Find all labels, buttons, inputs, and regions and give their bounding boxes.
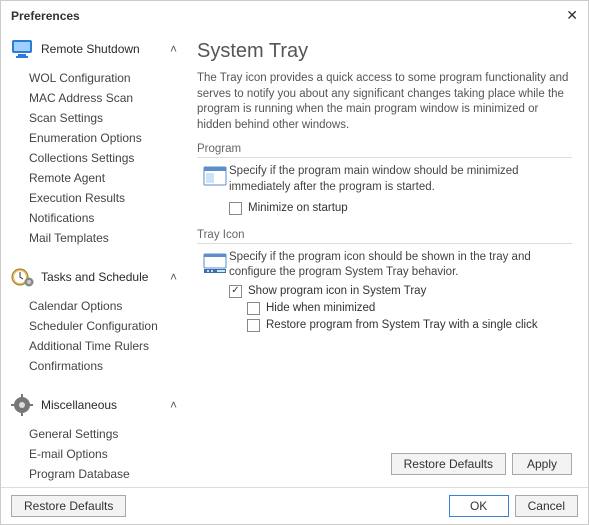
- sidebar-section-misc[interactable]: Miscellaneous ˄: [7, 388, 179, 422]
- gear-icon: [9, 392, 37, 418]
- chevron-up-icon: ˄: [170, 42, 177, 56]
- checkbox-hide-minimized[interactable]: [247, 302, 260, 315]
- sidebar-item-server[interactable]: Server Configuration: [29, 484, 179, 487]
- program-section-label: Program: [197, 143, 572, 158]
- chevron-up-icon: ˄: [170, 270, 177, 284]
- program-section-text: Specify if the program main window shoul…: [229, 164, 572, 219]
- window-title: Preferences: [11, 9, 80, 23]
- sidebar-item-email[interactable]: E-mail Options: [29, 444, 179, 464]
- restore-defaults-button[interactable]: Restore Defaults: [391, 453, 506, 475]
- sidebar-item-confirm[interactable]: Confirmations: [29, 356, 179, 376]
- sidebar-section-label: Remote Shutdown: [41, 42, 170, 56]
- checkbox-show-in-tray[interactable]: [229, 285, 242, 298]
- sidebar-item-wol[interactable]: WOL Configuration: [29, 68, 179, 88]
- sidebar-item-results[interactable]: Execution Results: [29, 188, 179, 208]
- dialog-footer: Restore Defaults OK Cancel: [1, 487, 588, 523]
- restore-defaults-global-button[interactable]: Restore Defaults: [11, 495, 126, 517]
- page-description: The Tray icon provides a quick access to…: [197, 71, 572, 133]
- hide-when-minimized-row[interactable]: Hide when minimized: [197, 300, 572, 317]
- sidebar-item-mac[interactable]: MAC Address Scan: [29, 88, 179, 108]
- monitor-icon: [9, 36, 37, 62]
- program-section: Specify if the program main window shoul…: [197, 162, 572, 229]
- program-text: Specify if the program main window shoul…: [229, 164, 572, 195]
- sidebar-items-tasks: Calendar Options Scheduler Configuration…: [7, 294, 179, 388]
- apply-button[interactable]: Apply: [512, 453, 572, 475]
- chevron-up-icon: ˄: [170, 398, 177, 412]
- tray-section-text: Specify if the program icon should be sh…: [229, 250, 572, 281]
- hide-when-minimized-label: Hide when minimized: [266, 302, 375, 314]
- sidebar-item-enum[interactable]: Enumeration Options: [29, 128, 179, 148]
- minimize-on-startup-label: Minimize on startup: [248, 201, 348, 217]
- show-in-tray-row[interactable]: Show program icon in System Tray: [197, 283, 572, 300]
- sidebar-section-remote-shutdown[interactable]: Remote Shutdown ˄: [7, 32, 179, 66]
- sidebar-item-agent[interactable]: Remote Agent: [29, 168, 179, 188]
- ok-button[interactable]: OK: [449, 495, 509, 517]
- sidebar-item-collections[interactable]: Collections Settings: [29, 148, 179, 168]
- sidebar-item-scheduler[interactable]: Scheduler Configuration: [29, 316, 179, 336]
- sidebar-section-label: Miscellaneous: [41, 398, 170, 412]
- sidebar-items-misc: General Settings E-mail Options Program …: [7, 422, 179, 487]
- restore-single-click-row[interactable]: Restore program from System Tray with a …: [197, 317, 572, 334]
- page-title: System Tray: [197, 40, 572, 63]
- minimize-on-startup-row[interactable]: Minimize on startup: [229, 195, 572, 219]
- content-footer: Restore Defaults Apply: [197, 453, 572, 479]
- sidebar-item-calendar[interactable]: Calendar Options: [29, 296, 179, 316]
- sidebar-item-database[interactable]: Program Database: [29, 464, 179, 484]
- checkbox-restore-single-click[interactable]: [247, 319, 260, 332]
- sidebar-item-mail[interactable]: Mail Templates: [29, 228, 179, 248]
- checkbox-minimize-startup[interactable]: [229, 202, 242, 215]
- window-icon: [201, 164, 229, 219]
- content-pane: System Tray The Tray icon provides a qui…: [185, 28, 588, 487]
- tray-icon: [201, 250, 229, 281]
- tray-section: Specify if the program icon should be sh…: [197, 248, 572, 283]
- sidebar-item-notifications[interactable]: Notifications: [29, 208, 179, 228]
- tray-section-label: Tray Icon: [197, 229, 572, 244]
- tray-text: Specify if the program icon should be sh…: [229, 250, 572, 281]
- main-area: Remote Shutdown ˄ WOL Configuration MAC …: [1, 28, 588, 487]
- restore-single-click-label: Restore program from System Tray with a …: [266, 319, 538, 331]
- close-icon[interactable]: ✕: [566, 7, 578, 24]
- show-in-tray-label: Show program icon in System Tray: [248, 285, 426, 297]
- sidebar-section-tasks[interactable]: Tasks and Schedule ˄: [7, 260, 179, 294]
- sidebar-item-general[interactable]: General Settings: [29, 424, 179, 444]
- sidebar-section-label: Tasks and Schedule: [41, 270, 170, 284]
- sidebar-item-rulers[interactable]: Additional Time Rulers: [29, 336, 179, 356]
- sidebar-item-scan[interactable]: Scan Settings: [29, 108, 179, 128]
- sidebar: Remote Shutdown ˄ WOL Configuration MAC …: [1, 28, 185, 487]
- sidebar-items-remote: WOL Configuration MAC Address Scan Scan …: [7, 66, 179, 260]
- cancel-button[interactable]: Cancel: [515, 495, 578, 517]
- titlebar: Preferences ✕: [1, 1, 588, 28]
- clock-gear-icon: [9, 264, 37, 290]
